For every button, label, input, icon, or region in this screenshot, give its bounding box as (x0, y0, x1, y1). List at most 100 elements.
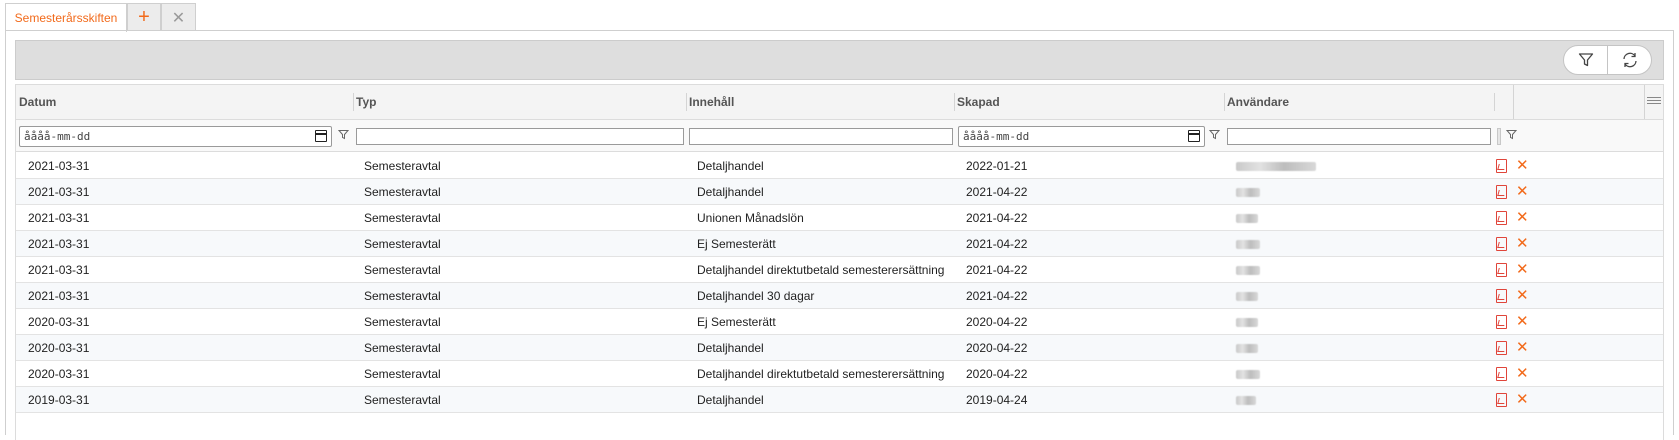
column-header-innehall[interactable]: Innehåll (686, 85, 734, 119)
cell-innehall: Detaljhandel direktutbetald semesterersä… (697, 367, 945, 381)
cell-innehall: Ej Semesterätt (697, 237, 776, 251)
cell-skapad: 2021-04-22 (966, 185, 1028, 199)
close-tab-button[interactable]: ✕ (161, 3, 196, 31)
filter-input-truncated[interactable] (1497, 128, 1501, 145)
datum-filter-input[interactable]: åååå-mm-dd (19, 126, 332, 147)
pdf-icon[interactable] (1496, 263, 1507, 277)
column-header-anvandare[interactable]: Användare (1224, 85, 1289, 119)
pdf-icon[interactable] (1496, 289, 1507, 303)
column-divider (1513, 85, 1514, 119)
cell-skapad: 2019-04-24 (966, 393, 1028, 407)
pdf-icon[interactable] (1496, 159, 1507, 173)
delete-icon[interactable]: ✕ (1516, 309, 1529, 335)
column-header-datum[interactable]: Datum (16, 85, 56, 119)
column-divider (1644, 85, 1645, 119)
cell-anvandare-redacted (1236, 370, 1260, 379)
column-divider[interactable] (1494, 93, 1495, 111)
add-tab-button[interactable]: + (127, 3, 161, 31)
cell-anvandare-redacted (1236, 292, 1258, 301)
pdf-icon[interactable] (1496, 237, 1507, 251)
calendar-icon[interactable] (1188, 130, 1200, 142)
cell-anvandare-redacted (1236, 162, 1316, 171)
table-row[interactable]: 2020-03-31 Semesteravtal Detaljhandel di… (16, 361, 1663, 387)
grid-header: Datum Typ Innehåll Skapad Användare (16, 84, 1663, 120)
delete-icon[interactable]: ✕ (1516, 153, 1529, 179)
cell-skapad: 2020-04-22 (966, 341, 1028, 355)
cell-datum: 2021-03-31 (28, 263, 90, 277)
calendar-icon[interactable] (315, 130, 327, 142)
datum-filter-placeholder: åååå-mm-dd (24, 130, 91, 143)
column-header-skapad[interactable]: Skapad (954, 85, 1000, 119)
cell-innehall: Detaljhandel direktutbetald semesterersä… (697, 263, 945, 277)
cell-typ: Semesteravtal (364, 159, 441, 173)
filter-button[interactable] (1564, 46, 1607, 74)
delete-icon[interactable]: ✕ (1516, 283, 1529, 309)
pdf-icon[interactable] (1496, 211, 1507, 225)
column-header-typ[interactable]: Typ (353, 85, 376, 119)
table-row[interactable]: 2019-03-31 Semesteravtal Detaljhandel 20… (16, 387, 1663, 413)
skapad-filter-placeholder: åååå-mm-dd (963, 130, 1030, 143)
skapad-filter-input[interactable]: åååå-mm-dd (958, 126, 1205, 147)
pdf-icon[interactable] (1496, 393, 1507, 407)
delete-icon[interactable]: ✕ (1516, 257, 1529, 283)
delete-icon[interactable]: ✕ (1516, 205, 1529, 231)
close-icon: ✕ (171, 9, 186, 27)
grid-toolbar (15, 40, 1664, 80)
tab-label: Semesterårsskiften (14, 11, 118, 25)
delete-icon[interactable]: ✕ (1516, 231, 1529, 257)
refresh-button[interactable] (1607, 46, 1651, 74)
table-row[interactable]: 2020-03-31 Semesteravtal Detaljhandel 20… (16, 335, 1663, 361)
funnel-icon[interactable] (338, 129, 349, 140)
table-row[interactable]: 2021-03-31 Semesteravtal Detaljhandel 20… (16, 153, 1663, 179)
cell-innehall: Detaljhandel 30 dagar (697, 289, 815, 303)
pdf-icon[interactable] (1496, 367, 1507, 381)
cell-skapad: 2021-04-22 (966, 263, 1028, 277)
pdf-icon[interactable] (1496, 341, 1507, 355)
cell-anvandare-redacted (1236, 396, 1256, 405)
funnel-icon[interactable] (1209, 129, 1220, 140)
cell-typ: Semesteravtal (364, 367, 441, 381)
cell-typ: Semesteravtal (364, 393, 441, 407)
delete-icon[interactable]: ✕ (1516, 361, 1529, 387)
plus-icon: + (138, 6, 150, 28)
cell-datum: 2021-03-31 (28, 211, 90, 225)
cell-typ: Semesteravtal (364, 263, 441, 277)
table-row[interactable]: 2021-03-31 Semesteravtal Detaljhandel di… (16, 257, 1663, 283)
pdf-icon[interactable] (1496, 185, 1507, 199)
funnel-icon[interactable] (1506, 129, 1517, 140)
cell-skapad: 2020-04-22 (966, 315, 1028, 329)
typ-filter-input[interactable] (356, 128, 684, 145)
table-row[interactable]: 2021-03-31 Semesteravtal Detaljhandel 30… (16, 283, 1663, 309)
cell-typ: Semesteravtal (364, 211, 441, 225)
table-row[interactable]: 2021-03-31 Semesteravtal Unionen Månadsl… (16, 205, 1663, 231)
cell-innehall: Detaljhandel (697, 393, 764, 407)
cell-datum: 2021-03-31 (28, 289, 90, 303)
toolbar-button-group (1563, 45, 1652, 75)
cell-typ: Semesteravtal (364, 341, 441, 355)
table-row[interactable]: 2021-03-31 Semesteravtal Detaljhandel 20… (16, 179, 1663, 205)
cell-skapad: 2022-01-21 (966, 159, 1028, 173)
cell-skapad: 2020-04-22 (966, 367, 1028, 381)
column-menu-icon[interactable] (1647, 95, 1661, 106)
cell-skapad: 2021-04-22 (966, 289, 1028, 303)
tab-semesterarsskiften[interactable]: Semesterårsskiften (5, 3, 127, 32)
delete-icon[interactable]: ✕ (1516, 387, 1529, 413)
cell-skapad: 2021-04-22 (966, 211, 1028, 225)
cell-datum: 2019-03-31 (28, 393, 90, 407)
anvandare-filter-input[interactable] (1227, 128, 1491, 145)
tab-bar: Semesterårsskiften + ✕ (5, 3, 196, 32)
cell-datum: 2021-03-31 (28, 159, 90, 173)
cell-datum: 2020-03-31 (28, 341, 90, 355)
refresh-icon (1622, 52, 1637, 68)
table-row[interactable]: 2021-03-31 Semesteravtal Ej Semesterätt … (16, 231, 1663, 257)
data-grid: Datum Typ Innehåll Skapad Användare åååå… (15, 84, 1664, 440)
cell-innehall: Ej Semesterätt (697, 315, 776, 329)
cell-datum: 2021-03-31 (28, 185, 90, 199)
table-row[interactable]: 2020-03-31 Semesteravtal Ej Semesterätt … (16, 309, 1663, 335)
delete-icon[interactable]: ✕ (1516, 179, 1529, 205)
cell-typ: Semesteravtal (364, 237, 441, 251)
delete-icon[interactable]: ✕ (1516, 335, 1529, 361)
pdf-icon[interactable] (1496, 315, 1507, 329)
innehall-filter-input[interactable] (689, 128, 953, 145)
cell-innehall: Detaljhandel (697, 159, 764, 173)
